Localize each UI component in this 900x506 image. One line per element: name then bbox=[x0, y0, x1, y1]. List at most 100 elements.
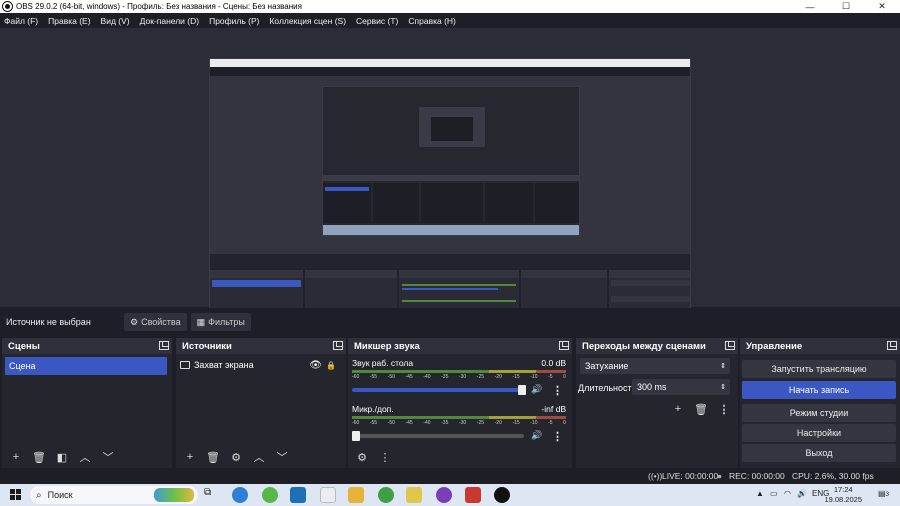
source-item[interactable]: Захват экрана 👁 🔒 bbox=[180, 357, 336, 373]
menu-file[interactable]: Файл (F) bbox=[4, 16, 38, 26]
mixer-channel-desktop: Звук раб. стола 0.0 dB -60 -55 -50 -45 -40 -3… bbox=[348, 358, 572, 400]
network-icon[interactable]: ▭ bbox=[770, 489, 778, 498]
undock-icon[interactable] bbox=[333, 341, 343, 350]
scene-filters-button[interactable]: ◧ bbox=[52, 448, 72, 466]
volume-slider[interactable] bbox=[352, 385, 526, 395]
monitor-icon bbox=[180, 361, 190, 369]
start-streaming-button[interactable]: Запустить трансляцию bbox=[742, 360, 896, 378]
maximize-button[interactable]: ☐ bbox=[828, 0, 864, 13]
move-down-button[interactable]: ﹀ bbox=[272, 448, 292, 466]
app-red-icon[interactable] bbox=[465, 487, 481, 503]
speaker-icon[interactable]: 🔊 bbox=[531, 430, 542, 441]
search-highlight-image bbox=[154, 488, 194, 502]
outlook-icon[interactable] bbox=[290, 487, 306, 503]
channel-name: Звук раб. стола bbox=[352, 358, 414, 368]
menu-scene-collection[interactable]: Коллекция сцен (S) bbox=[269, 16, 346, 26]
obs-taskbar-icon[interactable] bbox=[494, 487, 510, 503]
volume-slider[interactable] bbox=[352, 431, 524, 441]
taskbar-search[interactable]: ⌕ Поиск bbox=[30, 486, 198, 504]
filter-icon: ▦ bbox=[196, 316, 206, 327]
undock-icon[interactable] bbox=[887, 341, 897, 350]
cpu-fps: CPU: 2.6%, 30.00 fps bbox=[792, 471, 874, 481]
add-transition-button[interactable]: + bbox=[668, 400, 688, 418]
menu-view[interactable]: Вид (V) bbox=[101, 16, 130, 26]
properties-button[interactable]: ⚙ Свойства bbox=[124, 313, 187, 331]
gear-icon: ⚙ bbox=[130, 316, 139, 327]
remove-scene-button[interactable]: 🗑 bbox=[29, 448, 49, 466]
windows-start-icon[interactable] bbox=[10, 489, 21, 500]
controls-title: Управление bbox=[746, 340, 803, 352]
mixer-menu-button[interactable]: ⋮ bbox=[375, 448, 395, 466]
transitions-title: Переходы между сценами bbox=[582, 340, 706, 352]
capture-titlebar bbox=[210, 59, 690, 67]
undock-icon[interactable] bbox=[159, 341, 169, 350]
source-properties-button[interactable]: ⚙ bbox=[226, 448, 246, 466]
volume-icon[interactable]: 🔊 bbox=[797, 489, 807, 498]
menu-edit[interactable]: Правка (E) bbox=[48, 16, 90, 26]
capture-source-bar bbox=[210, 254, 690, 268]
search-icon: ⌕ bbox=[36, 489, 42, 501]
visibility-eye-icon[interactable]: 👁 bbox=[309, 360, 322, 371]
menu-profile[interactable]: Профиль (P) bbox=[209, 16, 259, 26]
transition-select[interactable]: Затухание ⇕ bbox=[580, 358, 730, 374]
channel-menu-button[interactable]: ⋮ bbox=[552, 430, 563, 443]
undock-icon[interactable] bbox=[559, 341, 569, 350]
app-purple-icon[interactable] bbox=[436, 487, 452, 503]
remove-transition-button[interactable]: 🗑 bbox=[691, 400, 711, 418]
move-up-button[interactable]: ︿ bbox=[249, 448, 269, 466]
edge-icon[interactable] bbox=[232, 487, 248, 503]
move-up-button[interactable]: ︿ bbox=[75, 448, 95, 466]
transition-value: Затухание bbox=[585, 361, 629, 371]
menu-bar: Файл (F) Правка (E) Вид (V) Док-панели (… bbox=[0, 13, 900, 28]
updown-icon: ⇕ bbox=[720, 363, 726, 370]
undock-icon[interactable] bbox=[725, 341, 735, 350]
clock[interactable]: 17:24 19.08.2025 bbox=[824, 485, 862, 505]
studio-mode-button[interactable]: Режим студии bbox=[742, 404, 896, 422]
move-down-button[interactable]: ﹀ bbox=[98, 448, 118, 466]
menu-docks[interactable]: Док-панели (D) bbox=[140, 16, 199, 26]
level-meter bbox=[352, 370, 566, 373]
app-icon[interactable] bbox=[320, 487, 336, 503]
transition-menu-button[interactable]: ⋮ bbox=[714, 400, 734, 418]
menu-help[interactable]: Справка (H) bbox=[408, 16, 456, 26]
settings-button[interactable]: Настройки bbox=[742, 424, 896, 442]
mixer-gear-button[interactable]: ⚙ bbox=[352, 448, 372, 466]
browser-icon[interactable] bbox=[262, 487, 278, 503]
preview-canvas[interactable] bbox=[0, 28, 900, 330]
wifi-icon[interactable]: ◠ bbox=[784, 489, 791, 498]
channel-db: 0.0 dB bbox=[541, 358, 566, 368]
duration-value: 300 ms bbox=[637, 382, 667, 392]
menu-tools[interactable]: Сервис (T) bbox=[356, 16, 398, 26]
remove-source-button[interactable]: 🗑 bbox=[203, 448, 223, 466]
lock-icon[interactable]: 🔒 bbox=[326, 361, 336, 370]
rec-time: REC: 00:00:00 bbox=[729, 471, 785, 481]
source-toolbar: Источник не выбран ⚙ Свойства ▦ Фильтры bbox=[0, 308, 900, 336]
source-name: Захват экрана bbox=[194, 360, 254, 370]
vpn-icon[interactable] bbox=[406, 487, 422, 503]
scene-item[interactable]: Сцена bbox=[5, 357, 167, 375]
channel-name: Микр./доп. bbox=[352, 404, 394, 414]
notification-icon[interactable]: ▤3 bbox=[878, 489, 889, 498]
filters-label: Фильтры bbox=[208, 317, 245, 327]
add-source-button[interactable]: + bbox=[180, 448, 200, 466]
speaker-icon[interactable]: 🔊 bbox=[531, 384, 542, 395]
channel-db: -inf dB bbox=[541, 404, 566, 414]
minimize-button[interactable]: — bbox=[792, 0, 828, 13]
duration-label: Длительность bbox=[578, 383, 637, 393]
capture-nested-window bbox=[322, 86, 580, 236]
file-explorer-icon[interactable] bbox=[348, 487, 364, 503]
tray-chevron-icon[interactable]: ▲ bbox=[756, 489, 764, 498]
task-view-icon[interactable]: ⧉ bbox=[204, 487, 220, 503]
close-button[interactable]: ✕ bbox=[864, 0, 900, 13]
chrome-icon[interactable] bbox=[378, 487, 394, 503]
filters-button[interactable]: ▦ Фильтры bbox=[190, 313, 251, 331]
channel-menu-button[interactable]: ⋮ bbox=[552, 384, 563, 397]
start-recording-button[interactable]: Начать запись bbox=[742, 381, 896, 399]
search-label: Поиск bbox=[47, 490, 73, 500]
obs-logo-icon bbox=[3, 2, 12, 11]
add-scene-button[interactable]: + bbox=[6, 448, 26, 466]
transitions-dock: Переходы между сценами Затухание ⇕ Длите… bbox=[576, 338, 738, 468]
duration-spinbox[interactable]: 300 ms ⇕ bbox=[632, 379, 730, 395]
exit-button[interactable]: Выход bbox=[742, 444, 896, 462]
sources-title: Источники bbox=[182, 340, 232, 352]
